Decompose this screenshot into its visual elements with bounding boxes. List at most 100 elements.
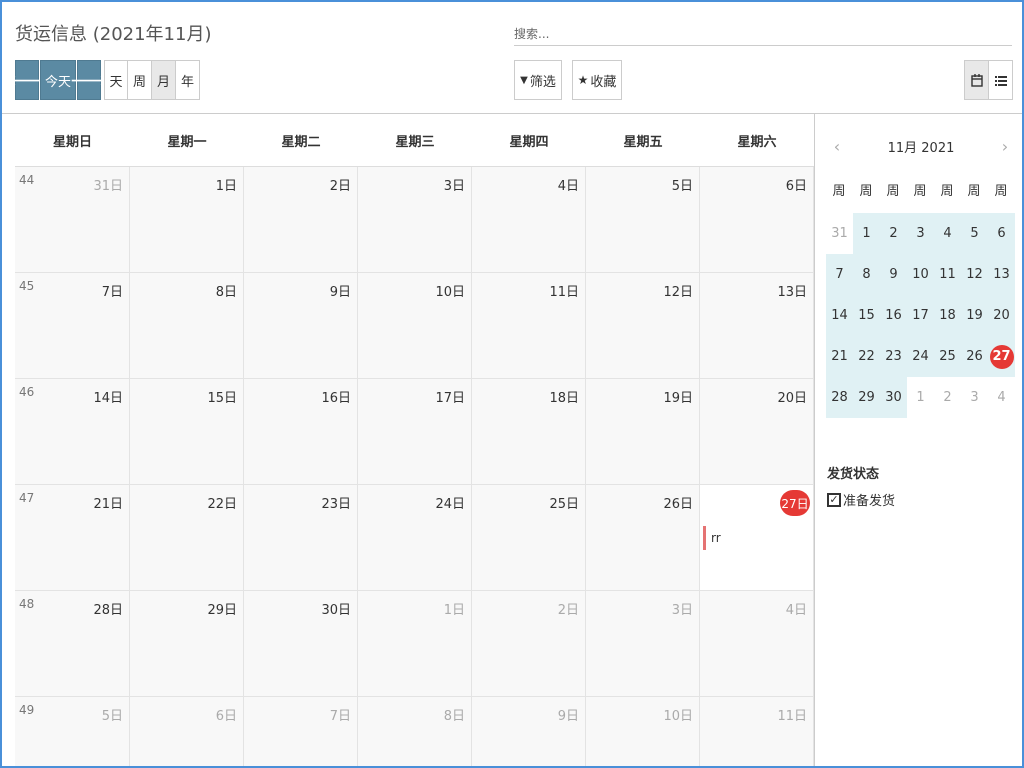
day-cell[interactable]: 6日 bbox=[130, 697, 244, 766]
mini-day[interactable]: 4 bbox=[934, 213, 961, 254]
mini-day[interactable]: 30 bbox=[880, 377, 907, 418]
day-cell[interactable]: 3日 bbox=[358, 167, 472, 273]
mini-day[interactable]: 10 bbox=[907, 254, 934, 295]
day-cell[interactable]: 2日 bbox=[472, 591, 586, 697]
next-button[interactable]: 🡒 bbox=[70, 60, 108, 100]
day-cell[interactable]: 11日 bbox=[700, 697, 814, 766]
mini-day[interactable]: 5 bbox=[961, 213, 988, 254]
day-cell[interactable]: 48 28日 bbox=[15, 591, 130, 697]
mini-day[interactable]: 23 bbox=[880, 336, 907, 377]
day-cell[interactable]: 10日 bbox=[586, 697, 700, 766]
day-cell[interactable]: 1日 bbox=[358, 591, 472, 697]
mini-day[interactable]: 15 bbox=[853, 295, 880, 336]
mini-day[interactable]: 14 bbox=[826, 295, 853, 336]
app-window: 货运信息 (2021年11月) 搜索... 🡐 今天 🡒 天 周 月 年 ▼ 筛… bbox=[0, 0, 1024, 768]
day-number: 10日 bbox=[435, 285, 465, 300]
day-cell[interactable]: 2日 bbox=[244, 167, 358, 273]
list-view-button[interactable] bbox=[988, 60, 1013, 100]
mini-day[interactable]: 18 bbox=[934, 295, 961, 336]
day-cell[interactable]: 9日 bbox=[244, 273, 358, 379]
search-input[interactable]: 搜索... bbox=[514, 20, 1012, 46]
mini-day[interactable]: 24 bbox=[907, 336, 934, 377]
sidebar: ‹ 11月 2021 › 发货状态 ✓ 准备发货 周周周周周周周 31 1 2 3 4 5 6… bbox=[814, 114, 1022, 766]
day-cell[interactable]: 44 31日 bbox=[15, 167, 130, 273]
mini-day[interactable]: 19 bbox=[961, 295, 988, 336]
mini-weekday-label: 周 bbox=[859, 184, 873, 199]
mini-prev-icon[interactable]: ‹ bbox=[827, 137, 847, 156]
day-cell[interactable]: 24日 bbox=[358, 485, 472, 591]
checkbox-checked-icon[interactable]: ✓ bbox=[827, 492, 841, 507]
mini-day[interactable]: 17 bbox=[907, 295, 934, 336]
mini-day[interactable]: 12 bbox=[961, 254, 988, 295]
weekday-header: 星期三 bbox=[395, 134, 435, 150]
day-cell[interactable]: 46 14日 bbox=[15, 379, 130, 485]
day-cell[interactable]: 1日 bbox=[130, 167, 244, 273]
mini-day[interactable]: 2 bbox=[934, 377, 961, 418]
day-cell[interactable]: 4日 bbox=[700, 591, 814, 697]
day-cell[interactable]: 7日 bbox=[244, 697, 358, 766]
day-cell[interactable]: 8日 bbox=[358, 697, 472, 766]
prev-button[interactable]: 🡐 bbox=[8, 60, 46, 100]
day-cell[interactable]: 12日 bbox=[586, 273, 700, 379]
mini-next-icon[interactable]: › bbox=[995, 137, 1015, 156]
day-cell[interactable]: 6日 bbox=[700, 167, 814, 273]
mini-day[interactable]: 25 bbox=[934, 336, 961, 377]
view-year-button[interactable]: 年 bbox=[175, 60, 200, 100]
day-cell[interactable]: 10日 bbox=[358, 273, 472, 379]
mini-day[interactable]: 28 bbox=[826, 377, 853, 418]
calendar-view-button[interactable] bbox=[964, 60, 989, 100]
day-cell[interactable]: 4日 bbox=[472, 167, 586, 273]
day-cell[interactable]: 49 5日 bbox=[15, 697, 130, 766]
mini-day[interactable]: 27 bbox=[988, 336, 1015, 377]
day-cell[interactable]: 30日 bbox=[244, 591, 358, 697]
day-cell[interactable]: 45 7日 bbox=[15, 273, 130, 379]
day-cell[interactable]: 27日 rr bbox=[700, 485, 814, 591]
mini-day[interactable]: 2 bbox=[880, 213, 907, 254]
day-cell[interactable]: 11日 bbox=[472, 273, 586, 379]
day-cell[interactable]: 18日 bbox=[472, 379, 586, 485]
mini-day[interactable]: 4 bbox=[988, 377, 1015, 418]
mini-day[interactable]: 11 bbox=[934, 254, 961, 295]
mini-day[interactable]: 6 bbox=[988, 213, 1015, 254]
filter-button[interactable]: ▼ 筛选 bbox=[514, 60, 562, 100]
mini-day[interactable]: 16 bbox=[880, 295, 907, 336]
day-cell[interactable]: 9日 bbox=[472, 697, 586, 766]
day-cell[interactable]: 47 21日 bbox=[15, 485, 130, 591]
day-cell[interactable]: 23日 bbox=[244, 485, 358, 591]
calendar-event[interactable]: rr bbox=[703, 526, 721, 550]
day-cell[interactable]: 16日 bbox=[244, 379, 358, 485]
view-day-button[interactable]: 天 bbox=[104, 60, 128, 100]
view-month-button[interactable]: 月 bbox=[151, 60, 176, 100]
day-cell[interactable]: 3日 bbox=[586, 591, 700, 697]
mini-day[interactable]: 9 bbox=[880, 254, 907, 295]
mini-day[interactable]: 22 bbox=[853, 336, 880, 377]
mini-day[interactable]: 8 bbox=[853, 254, 880, 295]
day-cell[interactable]: 13日 bbox=[700, 273, 814, 379]
mini-day[interactable]: 1 bbox=[853, 213, 880, 254]
mini-day[interactable]: 13 bbox=[988, 254, 1015, 295]
day-cell[interactable]: 19日 bbox=[586, 379, 700, 485]
day-number: 31日 bbox=[93, 179, 123, 194]
mini-day[interactable]: 31 bbox=[826, 213, 853, 254]
day-cell[interactable]: 22日 bbox=[130, 485, 244, 591]
mini-day[interactable]: 29 bbox=[853, 377, 880, 418]
day-cell[interactable]: 8日 bbox=[130, 273, 244, 379]
day-cell[interactable]: 17日 bbox=[358, 379, 472, 485]
day-cell[interactable]: 5日 bbox=[586, 167, 700, 273]
day-cell[interactable]: 26日 bbox=[586, 485, 700, 591]
mini-day[interactable]: 7 bbox=[826, 254, 853, 295]
mini-day[interactable]: 3 bbox=[907, 213, 934, 254]
mini-day[interactable]: 20 bbox=[988, 295, 1015, 336]
mini-day[interactable]: 21 bbox=[826, 336, 853, 377]
day-cell[interactable]: 25日 bbox=[472, 485, 586, 591]
mini-day[interactable]: 1 bbox=[907, 377, 934, 418]
day-cell[interactable]: 29日 bbox=[130, 591, 244, 697]
mini-day-number: 19 bbox=[966, 308, 983, 323]
mini-day[interactable]: 3 bbox=[961, 377, 988, 418]
view-week-button[interactable]: 周 bbox=[127, 60, 152, 100]
filter-item-ready[interactable]: ✓ 准备发货 bbox=[827, 490, 895, 509]
day-cell[interactable]: 15日 bbox=[130, 379, 244, 485]
mini-day[interactable]: 26 bbox=[961, 336, 988, 377]
day-cell[interactable]: 20日 bbox=[700, 379, 814, 485]
favorites-button[interactable]: ★ 收藏 bbox=[572, 60, 622, 100]
